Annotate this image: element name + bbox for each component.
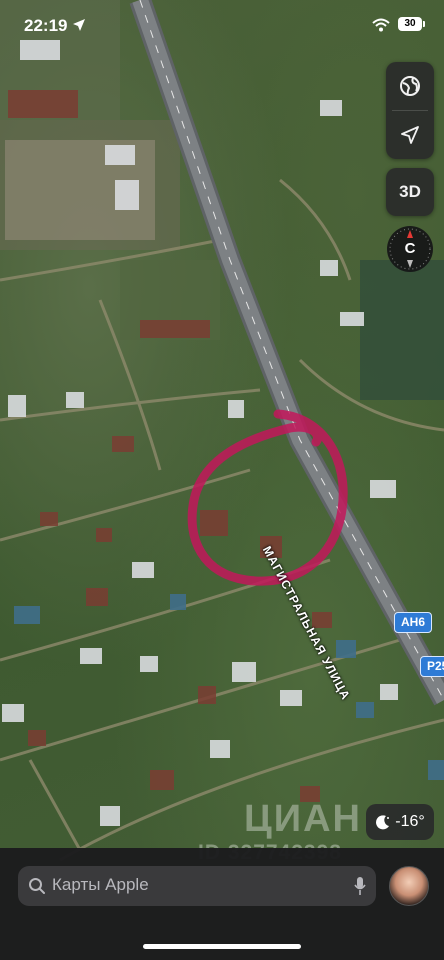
microphone-icon[interactable] — [354, 876, 366, 896]
home-indicator — [143, 944, 301, 949]
locate-button[interactable] — [386, 111, 434, 159]
view-3d-group: 3D — [386, 168, 434, 216]
weather-badge: -16° — [366, 804, 434, 840]
watermark-brand: ЦИАН — [244, 798, 362, 840]
route-shield-p25: Р25 — [420, 656, 444, 677]
compass-button[interactable]: С — [387, 226, 433, 272]
search-bar[interactable]: Карты Apple — [18, 866, 376, 906]
bottom-sheet: Карты Apple — [0, 848, 444, 960]
view-3d-button[interactable]: 3D — [386, 168, 434, 216]
search-placeholder: Карты Apple — [52, 875, 149, 894]
status-bar: 22:19 30 — [0, 0, 444, 54]
route-shield-ah6: АН6 — [394, 612, 433, 633]
location-arrow-icon — [401, 126, 419, 144]
avatar[interactable] — [389, 866, 429, 906]
map-mode-button[interactable] — [386, 62, 434, 110]
globe-icon — [400, 76, 420, 96]
compass-label: С — [404, 240, 416, 257]
moon-icon — [376, 815, 390, 830]
search-icon — [29, 878, 45, 894]
wifi-icon — [372, 18, 390, 32]
map-controls — [386, 62, 434, 159]
location-arrow-icon — [73, 19, 85, 31]
battery-indicator: 30 — [398, 17, 425, 31]
weather-temperature: -16° — [395, 813, 425, 830]
status-time: 22:19 — [24, 16, 68, 35]
